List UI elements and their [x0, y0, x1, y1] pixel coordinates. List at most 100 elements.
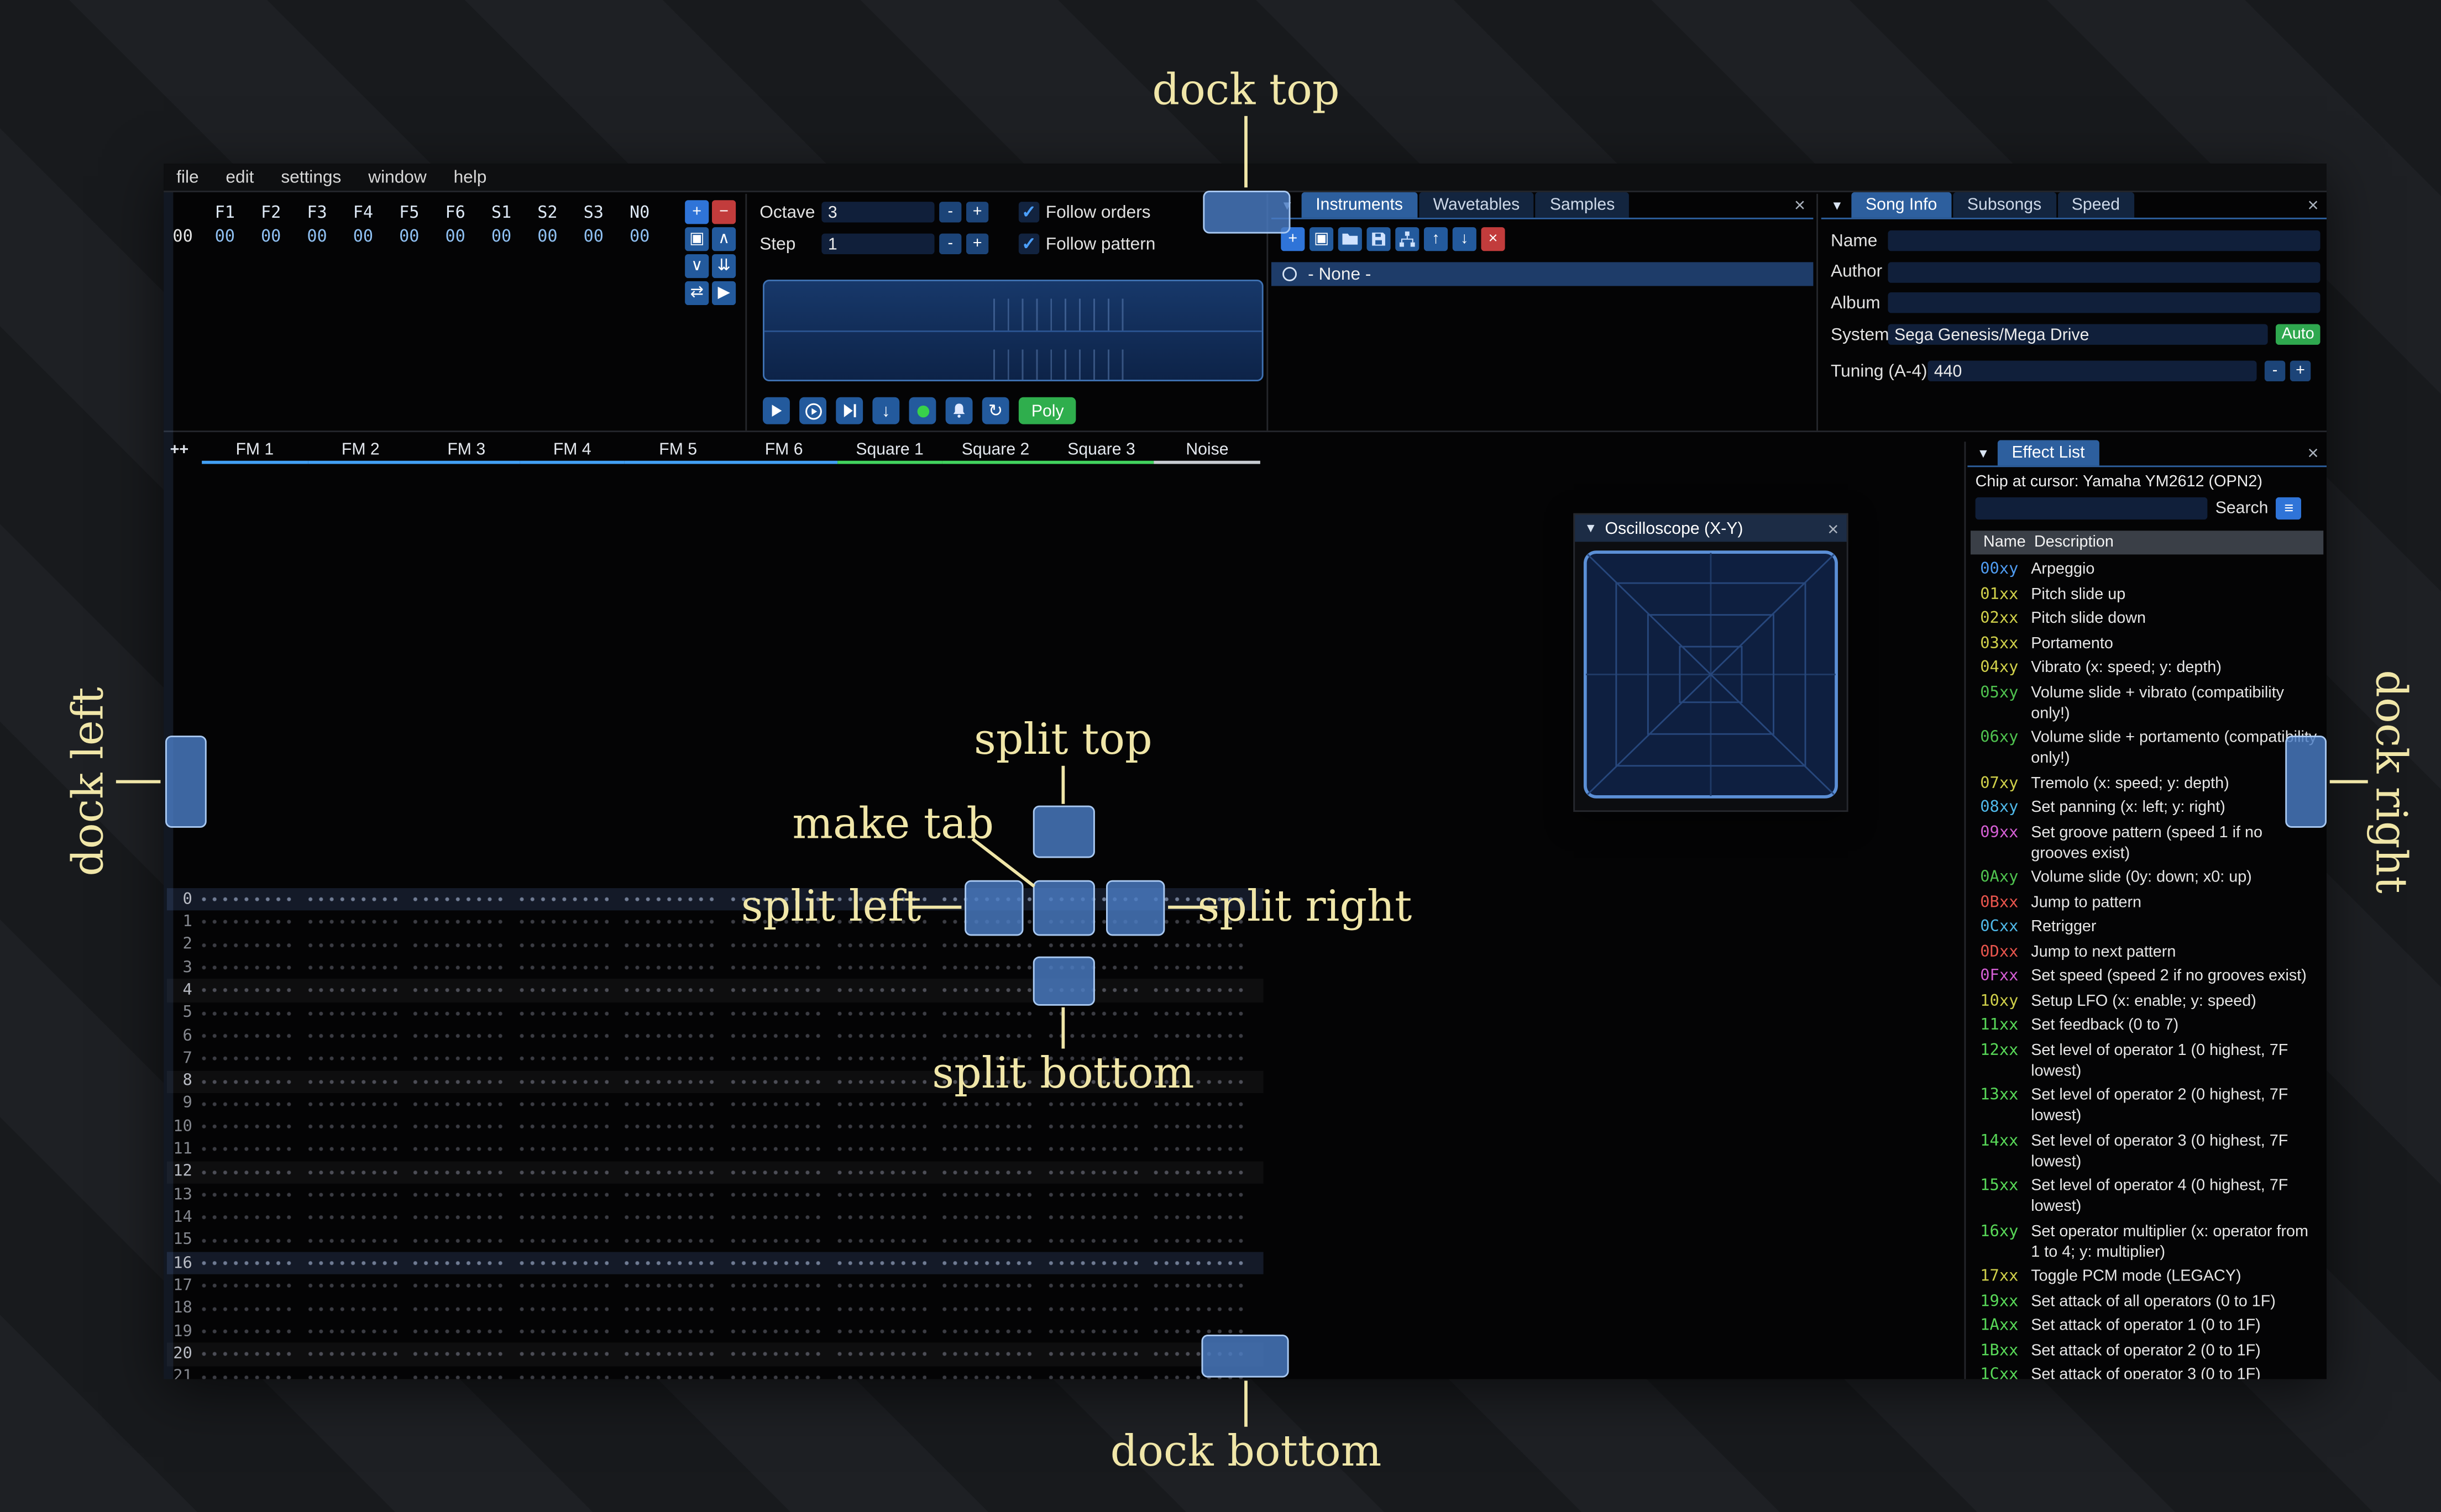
effect-row[interactable]: 19xx Set attack of all operators (0 to 1F… [1971, 1289, 2323, 1314]
pattern-row[interactable]: 1 [167, 911, 1264, 934]
close-icon[interactable]: × [1827, 517, 1838, 539]
effect-row[interactable]: 06xy Volume slide + portamento (compatibi… [1971, 726, 2323, 771]
effect-row[interactable]: 13xx Set level of operator 2 (0 highest, … [1971, 1084, 2323, 1129]
pattern-cell[interactable] [197, 1274, 303, 1298]
pattern-cell[interactable] [197, 888, 303, 911]
pattern-cell[interactable] [408, 1161, 514, 1184]
pattern-cell[interactable] [197, 911, 303, 934]
pattern-cell[interactable] [1044, 1184, 1149, 1207]
pattern-cell[interactable] [408, 1229, 514, 1252]
pattern-cell[interactable] [937, 956, 1044, 979]
pattern-cell[interactable] [197, 1366, 303, 1379]
pattern-cell[interactable] [1149, 956, 1255, 979]
pattern-cell[interactable] [620, 1252, 726, 1275]
pattern-row[interactable]: 17 [167, 1274, 1264, 1298]
tab-samples[interactable]: Samples [1535, 192, 1630, 218]
pattern-cell[interactable] [726, 1297, 832, 1320]
play-from-cursor-button[interactable] [836, 397, 863, 424]
pattern-cell[interactable] [1044, 1297, 1149, 1320]
pattern-cell[interactable] [620, 1093, 726, 1116]
pattern-cell[interactable] [726, 979, 832, 1002]
pattern-cell[interactable] [302, 888, 408, 911]
pattern-row[interactable]: 14 [167, 1206, 1264, 1230]
effect-row[interactable]: 1Bxx Set attack of operator 2 (0 to 1F) [1971, 1338, 2323, 1363]
pattern-cell[interactable] [302, 1047, 408, 1070]
tab-subsongs[interactable]: Subsongs [1953, 192, 2056, 218]
pattern-cell[interactable] [726, 933, 832, 957]
pattern-cell[interactable] [408, 1025, 514, 1048]
pattern-cell[interactable] [1044, 1320, 1149, 1343]
pattern-cell[interactable] [302, 1001, 408, 1025]
play-button[interactable] [763, 397, 790, 424]
order-cell[interactable]: 00 [294, 227, 340, 246]
pattern-row[interactable]: 13 [167, 1184, 1264, 1207]
pattern-cell[interactable] [302, 1070, 408, 1093]
tuning-plus-button[interactable]: + [2290, 360, 2311, 381]
effect-row[interactable]: 04xy Vibrato (x: speed; y: depth) [1971, 656, 2323, 681]
edit-toggle-button[interactable] [909, 397, 936, 424]
pattern-cell[interactable] [302, 1206, 408, 1230]
pattern-cell[interactable] [302, 1184, 408, 1207]
dock-target-top[interactable] [1203, 191, 1291, 234]
pattern-cell[interactable] [197, 1184, 303, 1207]
pattern-cell[interactable] [620, 1161, 726, 1184]
save-instrument-button[interactable] [1366, 227, 1391, 251]
pattern-cell[interactable] [408, 933, 514, 957]
effect-row[interactable]: 0Cxx Retrigger [1971, 915, 2323, 940]
pattern-cell[interactable] [1044, 1229, 1149, 1252]
close-icon[interactable]: × [2307, 442, 2318, 464]
pattern-cell[interactable] [832, 956, 937, 979]
pattern-cell[interactable] [514, 979, 620, 1002]
pattern-cell[interactable] [1044, 1252, 1149, 1275]
effect-row[interactable]: 08xy Set panning (x: left; y: right) [1971, 796, 2323, 821]
move-order-up-button[interactable]: ∧ [712, 227, 736, 251]
pattern-cell[interactable] [620, 1138, 726, 1161]
pattern-cell[interactable] [832, 1115, 937, 1138]
pattern-cell[interactable] [726, 1001, 832, 1025]
pattern-cell[interactable] [408, 1047, 514, 1070]
effect-row[interactable]: 0Axy Volume slide (0y: down; x0: up) [1971, 866, 2323, 891]
pattern-cell[interactable] [197, 956, 303, 979]
channel-header[interactable]: FM 5 [625, 440, 731, 464]
oscilloscope-window[interactable]: ▼ Oscilloscope (X-Y) × [1573, 513, 1848, 812]
pattern-cell[interactable] [197, 1161, 303, 1184]
pattern-row[interactable]: 6 [167, 1025, 1264, 1048]
order-cell[interactable]: 00 [617, 227, 663, 246]
pattern-cell[interactable] [302, 1093, 408, 1116]
oscilloscope-titlebar[interactable]: ▼ Oscilloscope (X-Y) × [1575, 514, 1847, 542]
pattern-cell[interactable] [197, 1343, 303, 1366]
pattern-row[interactable]: 21 [167, 1366, 1264, 1379]
collapse-icon[interactable]: ▼ [1584, 521, 1597, 536]
tuning-input[interactable]: 440 [1927, 360, 2257, 381]
pattern-cell[interactable] [832, 1184, 937, 1207]
pattern-cell[interactable] [302, 1025, 408, 1048]
channel-header[interactable]: Square 1 [836, 440, 943, 464]
add-order-button[interactable]: + [685, 200, 709, 224]
pattern-cell[interactable] [302, 1138, 408, 1161]
pattern-cell[interactable] [620, 888, 726, 911]
pattern-cell[interactable] [408, 1274, 514, 1298]
pattern-cell[interactable] [937, 1274, 1044, 1298]
menu-help[interactable]: help [454, 167, 487, 187]
piano-upper-row[interactable] [764, 281, 1262, 330]
pattern-cell[interactable] [726, 1343, 832, 1366]
pattern-cell[interactable] [620, 1297, 726, 1320]
metronome-button[interactable] [945, 397, 973, 424]
pattern-row[interactable]: 16 [166, 1252, 1264, 1275]
pattern-cell[interactable] [726, 1206, 832, 1230]
pattern-cell[interactable] [197, 1229, 303, 1252]
split-target-left[interactable] [965, 880, 1024, 936]
pattern-cell[interactable] [197, 1025, 303, 1048]
pattern-cell[interactable] [1149, 1274, 1255, 1298]
pattern-cell[interactable] [937, 1138, 1044, 1161]
pattern-cell[interactable] [302, 1274, 408, 1298]
move-instrument-up-button[interactable]: ↑ [1424, 227, 1448, 251]
pattern-cell[interactable] [832, 1025, 937, 1048]
pattern-row[interactable]: 12 [166, 1161, 1264, 1184]
pattern-cell[interactable] [514, 888, 620, 911]
pattern-cell[interactable] [514, 933, 620, 957]
pattern-cell[interactable] [408, 1206, 514, 1230]
pattern-cell[interactable] [937, 1161, 1044, 1184]
pattern-cell[interactable] [408, 956, 514, 979]
tab-instruments[interactable]: Instruments [1301, 192, 1417, 218]
